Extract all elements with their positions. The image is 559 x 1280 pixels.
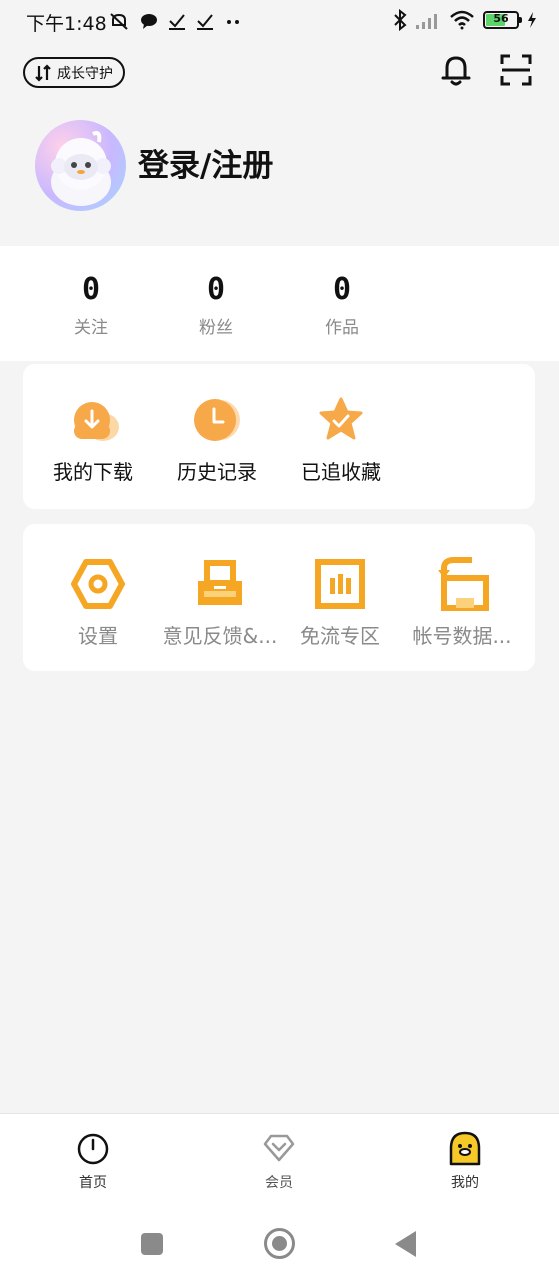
clock-icon	[194, 399, 240, 441]
nav-home-label: 首页	[79, 1175, 107, 1191]
battery-icon: 56	[483, 11, 522, 29]
bell-icon[interactable]	[438, 52, 474, 88]
status-bar: 下午1:48 56	[0, 0, 559, 42]
stats-panel: 0 关注 0 粉丝 0 作品	[0, 246, 559, 361]
stat-value: 0	[81, 272, 101, 307]
status-left-icons	[108, 10, 242, 32]
stat-value: 0	[206, 272, 226, 307]
hex-settings-icon	[71, 559, 125, 609]
free-data-zone-button[interactable]: 免流专区	[294, 554, 386, 649]
scan-icon[interactable]	[499, 53, 533, 87]
home-icon	[77, 1133, 109, 1165]
avatar[interactable]	[35, 120, 126, 211]
history-label: 历史记录	[177, 460, 257, 484]
growth-guard-label: 成长守护	[57, 65, 113, 82]
download-cloud-icon	[74, 402, 119, 441]
feedback-icon	[198, 560, 242, 605]
star-icon	[319, 397, 363, 440]
account-data-label: 帐号数据...	[412, 624, 512, 648]
nav-vip-label: 会员	[265, 1175, 293, 1191]
settings-button[interactable]: 设置	[53, 554, 143, 649]
stat-label: 作品	[325, 318, 359, 338]
status-time: 下午1:48	[26, 13, 107, 35]
dots-icon	[227, 20, 239, 24]
vip-icon	[263, 1134, 295, 1162]
nav-mine[interactable]: 我的	[425, 1130, 505, 1192]
growth-arrows-icon	[35, 63, 51, 82]
nav-vip[interactable]: 会员	[239, 1130, 319, 1192]
check-icon	[197, 14, 213, 30]
free-data-label: 免流专区	[300, 624, 380, 648]
battery-level: 56	[493, 12, 509, 25]
stat-following[interactable]: 0 关注	[46, 272, 136, 338]
feedback-label: 意见反馈&...	[162, 624, 278, 648]
status-right-icons: 56	[393, 9, 537, 31]
bottom-nav: 首页 会员 我的	[0, 1113, 559, 1199]
favorites-label: 已追收藏	[301, 460, 381, 484]
back-button[interactable]	[395, 1231, 416, 1257]
check-icon	[169, 14, 185, 30]
chat-icon	[141, 14, 157, 29]
nav-mine-label: 我的	[451, 1175, 479, 1191]
signal-icon	[416, 14, 437, 29]
system-nav-bar	[0, 1199, 559, 1280]
quick-actions-card: 我的下载 历史记录 已追收藏	[23, 364, 535, 509]
recent-apps-button[interactable]	[141, 1233, 163, 1255]
stat-label: 粉丝	[199, 318, 233, 338]
bluetooth-icon	[394, 9, 407, 31]
avatar-mascot-icon	[51, 131, 111, 206]
duck-icon	[449, 1131, 481, 1166]
stat-fans[interactable]: 0 粉丝	[171, 272, 261, 338]
account-data-button[interactable]: 帐号数据...	[407, 554, 517, 649]
favorites-button[interactable]: 已追收藏	[296, 390, 386, 485]
login-register-link[interactable]: 登录/注册	[138, 140, 273, 185]
history-button[interactable]: 历史记录	[172, 390, 262, 485]
stat-works[interactable]: 0 作品	[297, 272, 387, 338]
my-downloads-label: 我的下载	[53, 460, 133, 484]
home-button[interactable]	[264, 1228, 295, 1259]
nav-home[interactable]: 首页	[53, 1130, 133, 1192]
my-downloads-button[interactable]: 我的下载	[49, 390, 137, 485]
account-data-icon	[438, 557, 489, 611]
tools-card: 设置 意见反馈&... 免流专区 帐号数据...	[23, 524, 535, 671]
stat-label: 关注	[74, 318, 108, 338]
feedback-button[interactable]: 意见反馈&...	[160, 554, 280, 649]
stat-value: 0	[332, 272, 352, 307]
free-data-icon	[315, 559, 365, 609]
settings-label: 设置	[78, 624, 118, 648]
mute-icon	[110, 13, 128, 30]
charging-icon	[528, 12, 536, 28]
wifi-icon	[450, 10, 474, 30]
growth-guard-button[interactable]: 成长守护	[23, 57, 125, 88]
